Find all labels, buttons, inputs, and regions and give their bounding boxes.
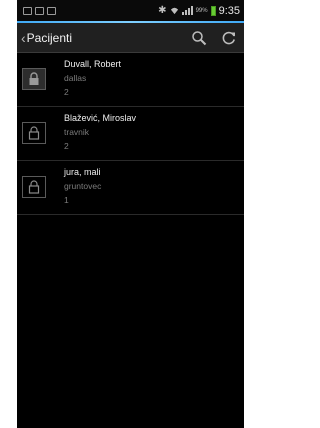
lock-icon xyxy=(28,180,40,194)
battery-percent: 99% xyxy=(195,7,208,14)
patient-city: dallas xyxy=(64,73,87,83)
patient-count: 2 xyxy=(64,141,69,151)
patient-row[interactable]: jura, mali gruntovec 1 xyxy=(17,161,244,215)
page-title: Pacijenti xyxy=(26,30,73,45)
patient-count: 1 xyxy=(64,195,69,205)
chevron-left-icon: ‹ xyxy=(21,29,26,46)
patient-avatar xyxy=(22,176,46,198)
lock-icon xyxy=(28,126,40,140)
back-button[interactable]: ‹ Pacijenti xyxy=(17,31,72,45)
patient-name: jura, mali xyxy=(64,167,101,177)
phone-screen: ✱ 99% 9:35 ‹ Pacijenti Duvall, Robert da… xyxy=(17,0,244,428)
lock-icon xyxy=(29,72,39,85)
search-button[interactable] xyxy=(191,30,207,46)
mail-icon xyxy=(23,6,32,15)
patient-city: gruntovec xyxy=(64,181,102,191)
bluetooth-icon: ✱ xyxy=(158,5,167,16)
patient-list: Duvall, Robert dallas 2 Blažević, Mirosl… xyxy=(17,53,244,215)
clock: 9:35 xyxy=(218,4,240,17)
signal-icon xyxy=(181,6,193,15)
battery-icon xyxy=(210,5,216,16)
screen-mirror-icon xyxy=(35,6,44,15)
refresh-button[interactable] xyxy=(221,30,237,46)
patient-avatar xyxy=(22,122,46,144)
patient-row[interactable]: Duvall, Robert dallas 2 xyxy=(17,53,244,107)
image-icon xyxy=(47,6,56,15)
patient-name: Blažević, Miroslav xyxy=(64,113,137,123)
wifi-icon xyxy=(170,7,178,15)
patient-count: 2 xyxy=(64,87,69,97)
refresh-icon xyxy=(222,31,235,44)
patient-row[interactable]: Blažević, Miroslav travnik 2 xyxy=(17,107,244,161)
patient-name: Duvall, Robert xyxy=(64,59,122,69)
status-bar: ✱ 99% 9:35 xyxy=(17,0,244,21)
action-bar: ‹ Pacijenti xyxy=(17,23,244,53)
patient-city: travnik xyxy=(64,127,90,137)
search-icon xyxy=(192,30,207,45)
patient-avatar xyxy=(22,68,46,90)
